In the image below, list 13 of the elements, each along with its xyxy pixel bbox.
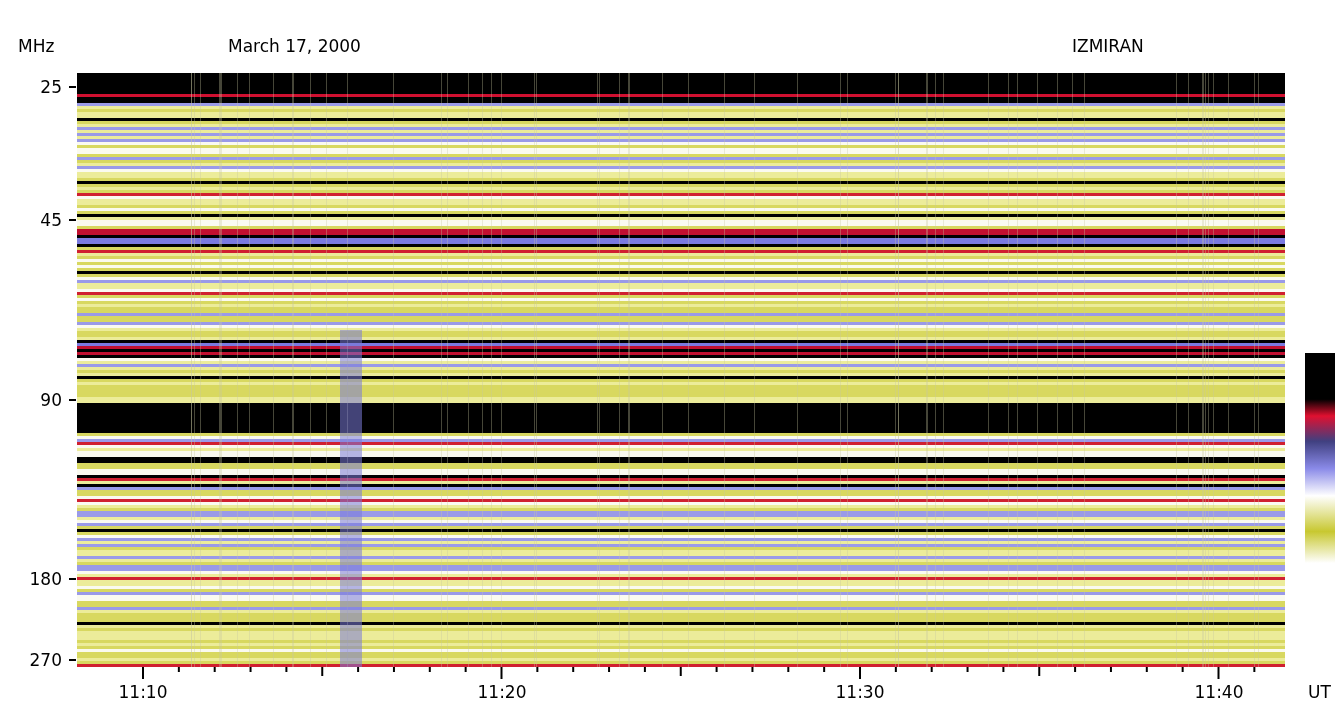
frequency-label: 25: [40, 77, 62, 97]
observatory-title: IZMIRAN: [1072, 36, 1144, 56]
time-label: 11:30: [835, 682, 885, 702]
time-label: 11:40: [1194, 682, 1244, 702]
frequency-label: 90: [40, 390, 62, 410]
time-label: 11:20: [477, 682, 527, 702]
time-label: 11:10: [118, 682, 168, 702]
frequency-label: 180: [29, 569, 62, 589]
time-unit-label: UT: [1308, 682, 1331, 702]
axis-unit-label: MHz: [18, 36, 55, 56]
frequency-label: 270: [29, 650, 62, 670]
date-title: March 17, 2000: [228, 36, 361, 56]
frequency-label: 45: [40, 210, 62, 230]
